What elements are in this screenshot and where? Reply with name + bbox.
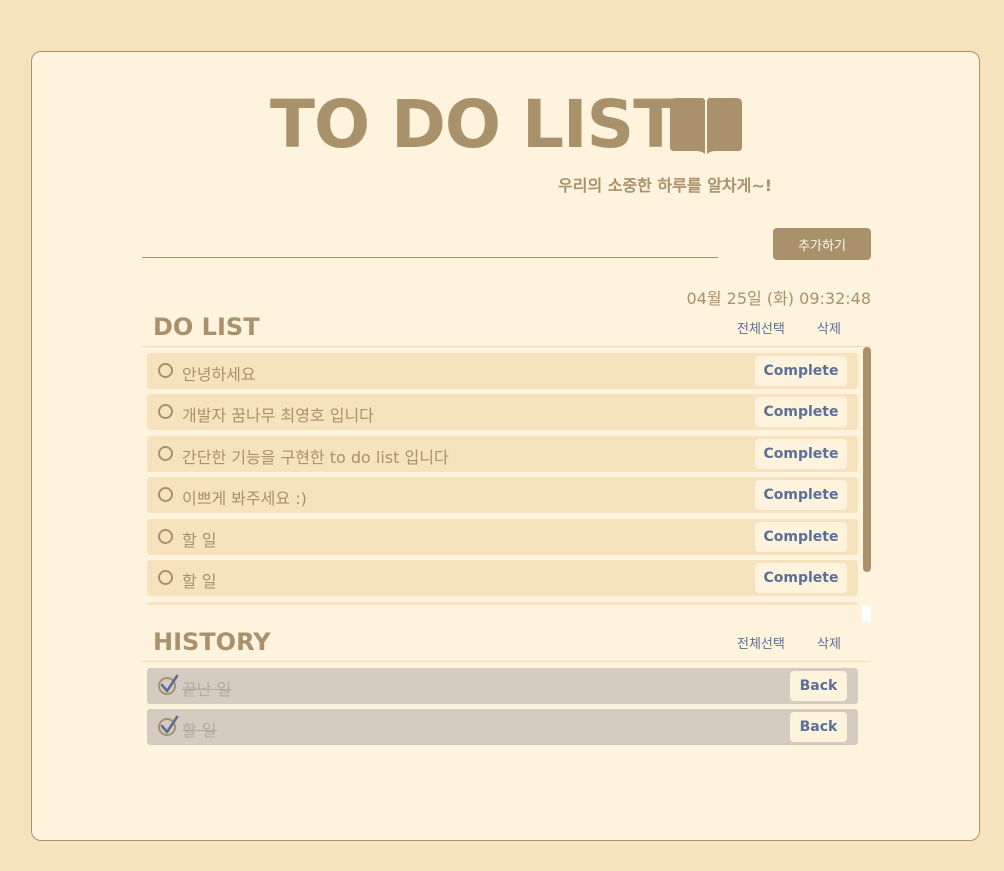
checked-circle-icon[interactable] [157,715,179,737]
todo-item[interactable]: 할 일 Complete [147,560,858,596]
todo-list[interactable]: 안녕하세요 Complete 개발자 꿈나무 최영호 입니다 Complete … [147,349,865,605]
history-item[interactable]: 끝난 일 Back [147,668,858,704]
circle-icon[interactable] [158,446,173,461]
add-button[interactable]: 추가하기 [773,228,871,260]
checked-circle-icon[interactable] [157,674,179,696]
scrollbar-end [862,605,871,622]
todo-item-text: 개발자 꿈나무 최영호 입니다 [182,406,374,425]
circle-icon[interactable] [158,487,173,502]
complete-button[interactable]: Complete [755,480,847,510]
todo-item-text: 할 일 [182,531,217,550]
datetime-display: 04월 25일 (화) 09:32:48 [686,289,871,308]
complete-button[interactable]: Complete [755,356,847,386]
back-button[interactable]: Back [790,712,847,742]
book-icon [670,98,742,154]
subtitle: 우리의 소중한 하루를 알차게~! [558,176,773,195]
circle-icon[interactable] [158,529,173,544]
todo-item[interactable]: 간단한 기능을 구현한 to do list 입니다 Complete [147,436,858,472]
todo-scrollbar-thumb[interactable] [863,347,871,572]
history-delete-button[interactable]: 삭제 [817,633,841,652]
todo-item-text: 안녕하세요 [182,365,256,384]
circle-icon[interactable] [158,404,173,419]
todo-delete-button[interactable]: 삭제 [817,318,841,337]
todo-item[interactable]: 할 일 Complete [147,519,858,555]
circle-icon[interactable] [158,363,173,378]
history-item[interactable]: 할 일 Back [147,709,858,745]
circle-icon[interactable] [158,570,173,585]
complete-button[interactable]: Complete [755,563,847,593]
todo-item-text: 이쁘게 봐주세요 :) [182,489,307,508]
todo-item[interactable]: 개발자 꿈나무 최영호 입니다 Complete [147,394,858,430]
todo-divider [142,346,871,347]
history-section-title: HISTORY [153,628,271,656]
history-divider [142,661,871,662]
page-title: TO DO LIST [270,86,678,163]
complete-button[interactable]: Complete [755,397,847,427]
todo-item[interactable]: 안녕하세요 Complete [147,353,858,389]
todo-item-text: 간단한 기능을 구현한 to do list 입니다 [182,448,449,467]
todo-item[interactable]: 이쁘게 봐주세요 :) Complete [147,477,858,513]
todo-item[interactable] [147,602,858,605]
todo-input[interactable] [142,232,718,258]
todo-section-title: DO LIST [153,313,260,341]
todo-item-text: 할 일 [182,572,217,591]
todo-select-all-button[interactable]: 전체선택 [737,318,785,337]
back-button[interactable]: Back [790,671,847,701]
history-item-text: 끝난 일 [182,680,232,699]
history-select-all-button[interactable]: 전체선택 [737,633,785,652]
complete-button[interactable]: Complete [755,522,847,552]
complete-button[interactable]: Complete [755,439,847,469]
history-item-text: 할 일 [182,721,217,740]
